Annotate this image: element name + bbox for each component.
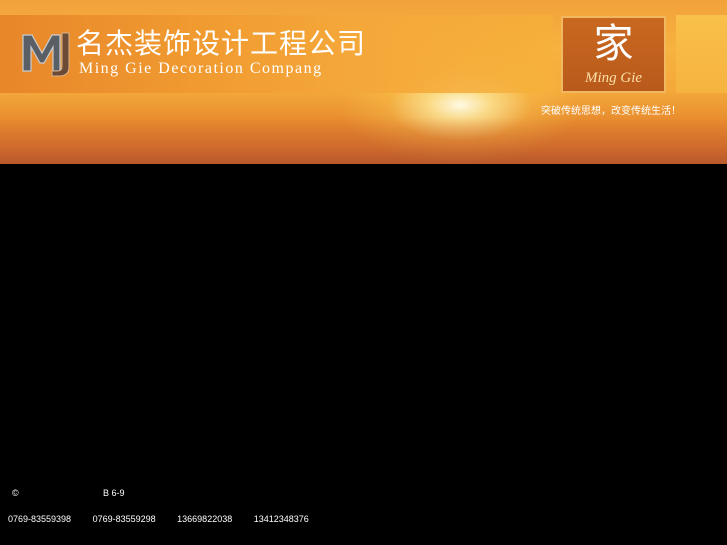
address-text: B 6-9 xyxy=(103,488,125,498)
home-caption: Ming Gie xyxy=(584,70,643,86)
footer: © B 6-9 0769-83559398 0769-83559298 1366… xyxy=(0,480,727,545)
phone-number: 0769-83559298 xyxy=(92,514,156,524)
phone-number: 13412348376 xyxy=(253,514,309,524)
slogan-text: 突破传统思想，改变传统生活！ xyxy=(541,106,681,117)
phone-number: 0769-83559398 xyxy=(8,514,72,524)
home-emblem[interactable]: 家 Ming Gie xyxy=(561,16,666,93)
company-name: 名杰装饰设计工程公司 xyxy=(76,27,367,60)
phone-number: 13669822038 xyxy=(177,514,233,524)
home-character: 家 xyxy=(593,21,634,67)
header-banner: 名杰装饰设计工程公司 Ming Gie Decoration Compang 家… xyxy=(0,0,727,164)
copyright-text: © xyxy=(12,488,19,498)
company-name-english: Ming Gie Decoration Compang xyxy=(79,60,323,77)
logo-icon[interactable] xyxy=(20,27,72,77)
phone-list: 0769-83559398 0769-83559298 13669822038 … xyxy=(8,514,328,524)
decorative-strip xyxy=(676,15,727,93)
